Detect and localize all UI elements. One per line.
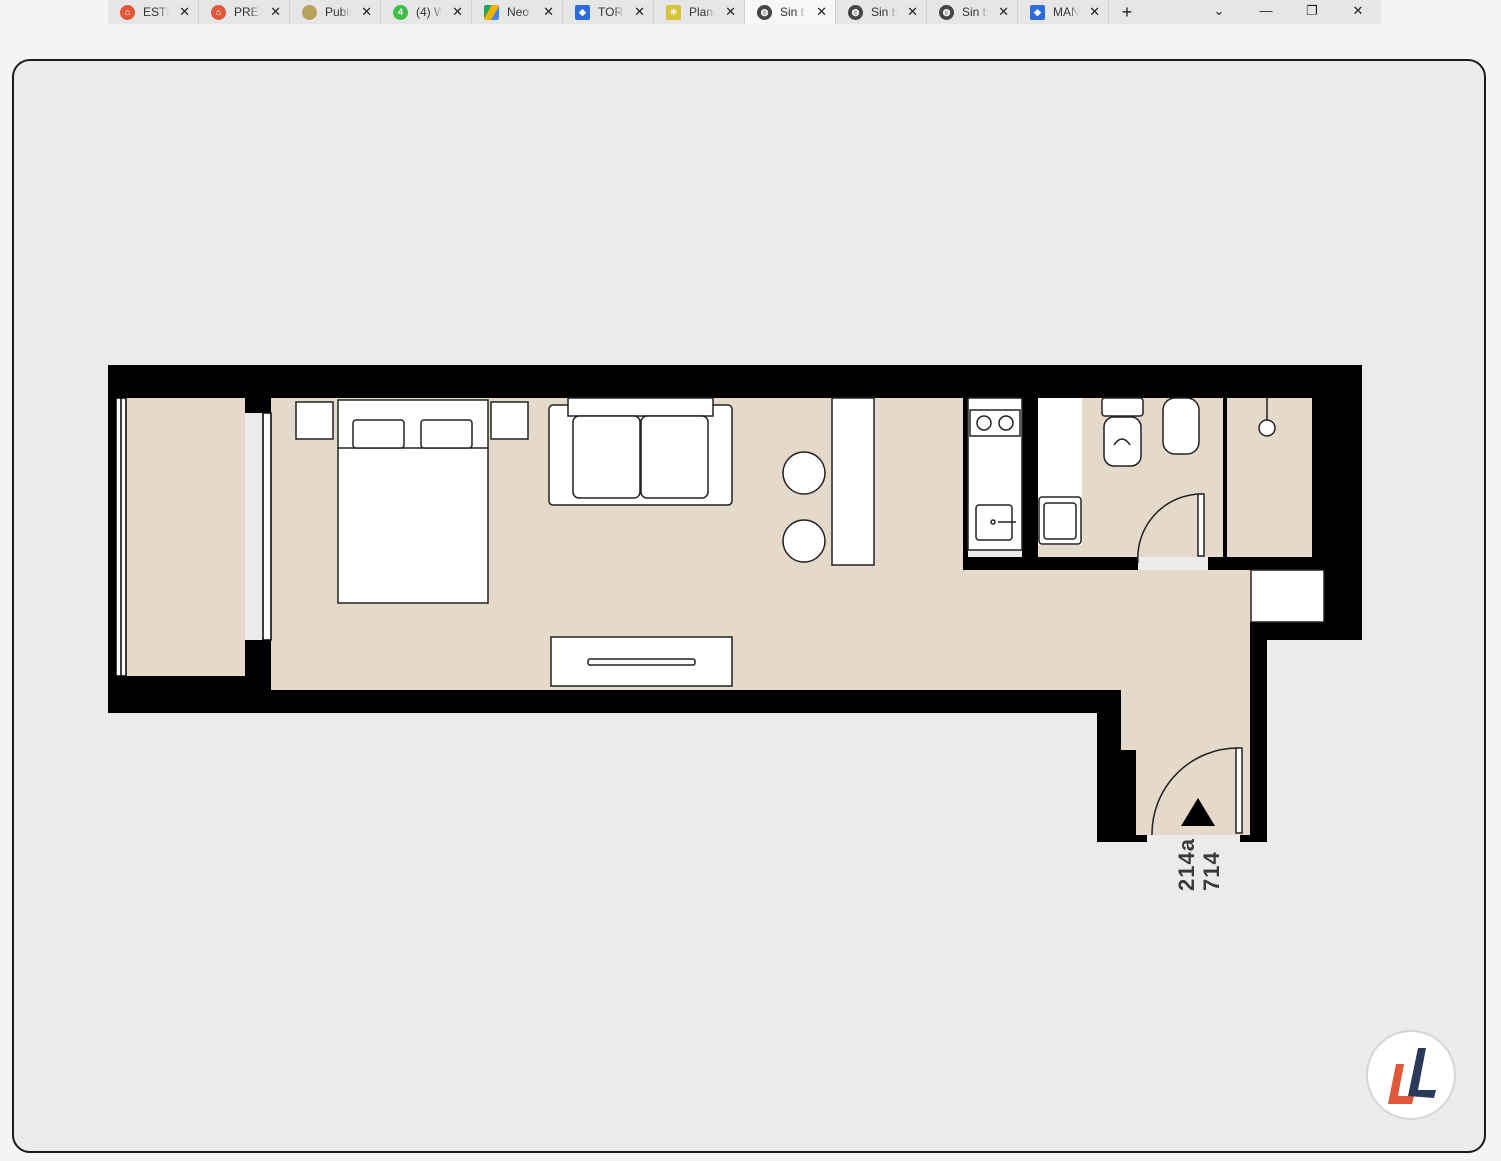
tab-2[interactable]: ⌂ PREM ✕ [199, 0, 290, 24]
kitchen [967, 397, 1023, 551]
whatsapp-icon: 4 [393, 4, 408, 20]
closet [1250, 569, 1325, 623]
bidet [1162, 397, 1200, 455]
kitchen-counter [831, 397, 875, 566]
close-tab-icon[interactable]: ✕ [725, 4, 736, 20]
entry-door [1235, 747, 1243, 834]
tab-title: PREM [234, 5, 260, 19]
drive-icon [484, 4, 499, 20]
tab-title: Publi [325, 5, 351, 19]
close-window-button[interactable]: ✕ [1335, 0, 1381, 24]
globe-icon: ◍ [757, 4, 772, 20]
tab-list-button[interactable]: ⌄ [1196, 0, 1242, 24]
brand-logo [1366, 1030, 1456, 1120]
close-tab-icon[interactable]: ✕ [907, 4, 918, 20]
tab-title: MAN [1053, 5, 1079, 19]
nightstand-left [295, 401, 334, 440]
image-viewer: 214a 714 [12, 59, 1486, 1153]
tab-4[interactable]: 4 (4) W ✕ [381, 0, 472, 24]
tab-1[interactable]: ⌂ ESTR ✕ [108, 0, 199, 24]
pillow [420, 419, 473, 449]
tab-title: TORR [598, 5, 624, 19]
dropbox-icon: ◆ [575, 4, 590, 20]
restore-button[interactable]: ❐ [1289, 0, 1335, 24]
tab-9[interactable]: ◍ Sin tí ✕ [836, 0, 927, 24]
tab-3[interactable]: Publi ✕ [290, 0, 381, 24]
close-tab-icon[interactable]: ✕ [270, 4, 281, 20]
sun-icon: ☀ [666, 4, 681, 20]
tab-title: Sin tí [962, 5, 988, 19]
unit-number-b: 714 [1199, 851, 1224, 891]
bathroom-door [1197, 493, 1205, 557]
tab-6[interactable]: ◆ TORR ✕ [563, 0, 654, 24]
minimize-button[interactable]: — [1243, 0, 1289, 24]
dropbox-icon: ◆ [1030, 4, 1045, 20]
globe-icon: ◍ [939, 4, 954, 20]
tab-title: ESTR [143, 5, 169, 19]
pillow [352, 419, 405, 449]
new-tab-button[interactable]: + [1109, 0, 1145, 24]
shower-drain [1258, 419, 1276, 437]
orange-house-icon: ⌂ [120, 4, 135, 20]
close-tab-icon[interactable]: ✕ [543, 4, 554, 20]
sofa-back [567, 397, 714, 417]
yellow-badge-icon [302, 4, 317, 20]
tab-7[interactable]: ☀ Plano ✕ [654, 0, 745, 24]
tab-11[interactable]: ◆ MAN ✕ [1018, 0, 1109, 24]
browser-tab-strip: ⌂ ESTR ✕ ⌂ PREM ✕ Publi ✕ 4 (4) W ✕ Neo ✕ ◆ TORR ✕… [108, 0, 1381, 24]
toilet-tank [1101, 397, 1144, 417]
orange-house-icon: ⌂ [211, 4, 226, 20]
unit-number-a: 214a [1174, 838, 1199, 891]
close-tab-icon[interactable]: ✕ [634, 4, 645, 20]
close-tab-icon[interactable]: ✕ [179, 4, 190, 20]
close-tab-icon[interactable]: ✕ [452, 4, 463, 20]
stool [782, 451, 826, 495]
close-tab-icon[interactable]: ✕ [361, 4, 372, 20]
tab-title: Plano [689, 5, 715, 19]
tab-5[interactable]: Neo ✕ [472, 0, 563, 24]
close-tab-icon[interactable]: ✕ [998, 4, 1009, 20]
globe-icon: ◍ [848, 4, 863, 20]
stool [782, 519, 826, 563]
close-tab-icon[interactable]: ✕ [1089, 4, 1100, 20]
tab-title: Neo [507, 5, 530, 19]
close-tab-icon[interactable]: ✕ [816, 4, 827, 20]
nightstand-right [490, 401, 529, 440]
tab-title: (4) W [416, 5, 442, 19]
tab-title: Sin t [780, 5, 805, 19]
tab-10[interactable]: ◍ Sin tí ✕ [927, 0, 1018, 24]
ll-logo-icon [1388, 1048, 1436, 1104]
floor-plan [108, 365, 1362, 842]
tab-title: Sin tí [871, 5, 897, 19]
tab-8[interactable]: ◍ Sin t ✕ [745, 0, 836, 24]
